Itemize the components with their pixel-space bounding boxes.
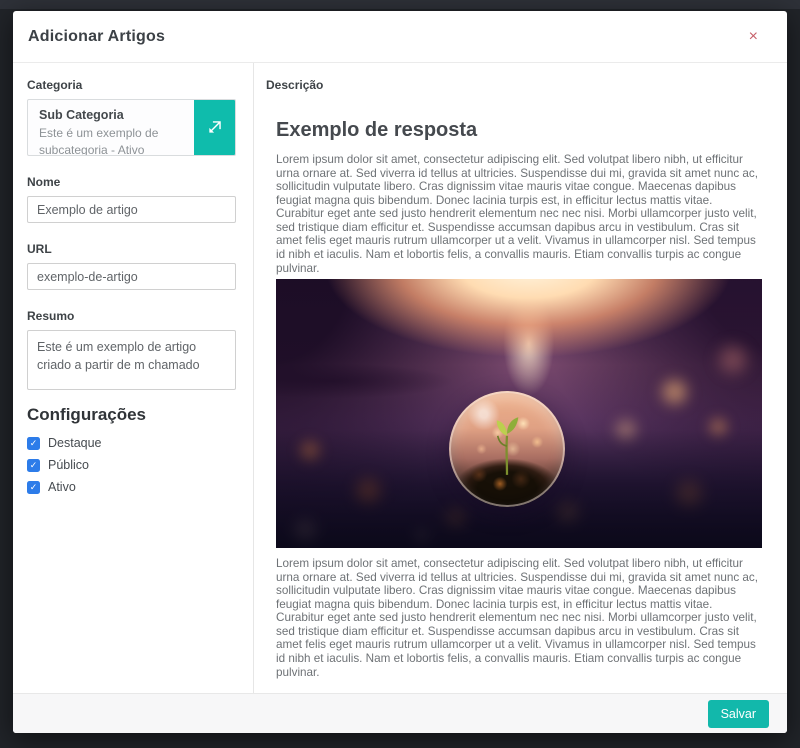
modal-body: Categoria Sub Categoria Este é um exempl… xyxy=(13,63,787,693)
checkbox-ativo[interactable]: ✓ Ativo xyxy=(27,480,236,494)
article-photo xyxy=(276,279,762,548)
categoria-label: Categoria xyxy=(27,78,236,92)
article-preview: Exemplo de resposta Lorem ipsum dolor si… xyxy=(266,119,760,679)
checkbox-checked-icon: ✓ xyxy=(27,459,40,472)
article-heading: Exemplo de resposta xyxy=(276,119,760,142)
subcategory-title: Sub Categoria xyxy=(39,108,184,122)
resumo-textarea[interactable]: Este é um exemplo de artigo criado a par… xyxy=(27,330,236,390)
article-paragraph-bottom: Lorem ipsum dolor sit amet, consectetur … xyxy=(276,557,760,679)
checkbox-label: Público xyxy=(48,458,89,472)
background-navbar xyxy=(0,0,800,9)
descricao-label: Descrição xyxy=(266,78,760,92)
description-column: Descrição Exemplo de resposta Lorem ipsu… xyxy=(254,63,787,693)
glass-bubble xyxy=(449,391,565,507)
close-icon[interactable]: × xyxy=(745,25,762,49)
modal-footer: Salvar xyxy=(13,693,787,733)
article-form-column: Categoria Sub Categoria Este é um exempl… xyxy=(13,63,254,693)
checkbox-checked-icon: ✓ xyxy=(27,481,40,494)
subcategory-card: Sub Categoria Este é um exemplo de subca… xyxy=(27,99,236,156)
checkbox-label: Ativo xyxy=(48,480,76,494)
checkbox-destaque[interactable]: ✓ Destaque xyxy=(27,436,236,450)
resumo-label: Resumo xyxy=(27,309,236,323)
modal-header: Adicionar Artigos × xyxy=(13,11,787,63)
nome-label: Nome xyxy=(27,175,236,189)
url-input[interactable] xyxy=(27,263,236,290)
save-button[interactable]: Salvar xyxy=(708,700,769,728)
change-category-button[interactable] xyxy=(194,100,235,155)
sprout-icon xyxy=(486,407,528,479)
url-label: URL xyxy=(27,242,236,256)
subcategory-info: Sub Categoria Este é um exemplo de subca… xyxy=(28,100,194,155)
configuracoes-heading: Configurações xyxy=(27,405,236,425)
modal-title: Adicionar Artigos xyxy=(28,28,165,46)
nome-input[interactable] xyxy=(27,196,236,223)
checkbox-checked-icon: ✓ xyxy=(27,437,40,450)
article-paragraph-top: Lorem ipsum dolor sit amet, consectetur … xyxy=(276,153,760,275)
checkbox-publico[interactable]: ✓ Público xyxy=(27,458,236,472)
subcategory-description: Este é um exemplo de subcategoria - Ativ… xyxy=(39,125,184,156)
arrow-bottom-left-icon xyxy=(205,118,224,137)
add-article-modal: Adicionar Artigos × Categoria Sub Catego… xyxy=(13,11,787,733)
checkbox-label: Destaque xyxy=(48,436,102,450)
